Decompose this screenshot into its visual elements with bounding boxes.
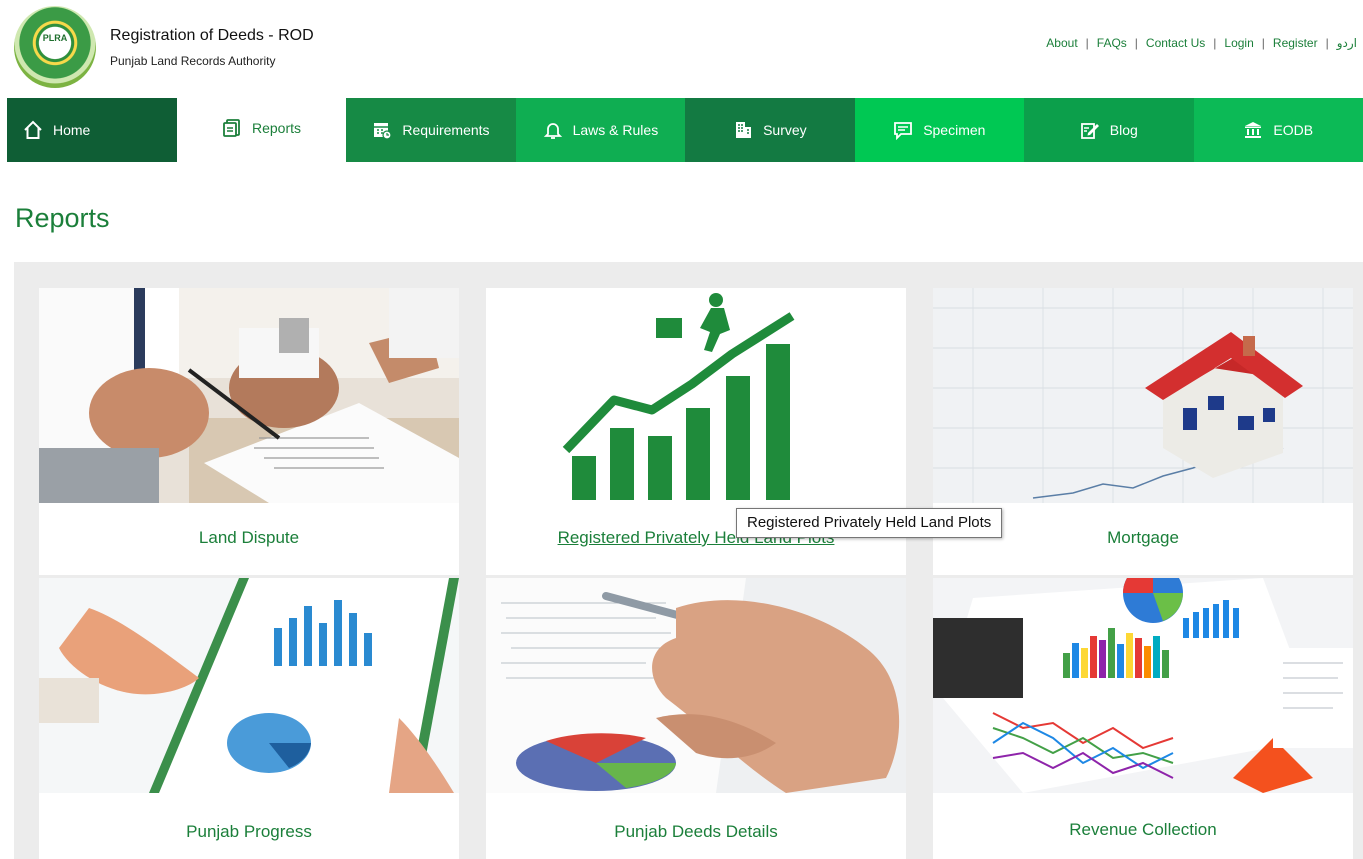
nav-laws-label: Laws & Rules [572,122,659,138]
reports-grid: Land Dispute Registered Privately Held L… [14,262,1363,859]
about-link[interactable]: About [1038,36,1085,50]
nav-laws-rules[interactable]: Laws & Rules [515,98,686,162]
land-dispute-label[interactable]: Land Dispute [39,528,459,548]
edit-icon [1080,120,1100,140]
nav-eodb[interactable]: EODB [1193,98,1363,162]
logo-text: PLRA [42,33,68,43]
plra-logo[interactable]: PLRA [14,6,96,88]
site-title: Registration of Deeds - ROD [110,27,314,44]
site-header: PLRA Registration of Deeds - ROD Punjab … [0,0,1363,98]
nav-blog[interactable]: Blog [1024,98,1194,162]
nav-requirements-label: Requirements [402,122,490,138]
revenue-collection-image [933,578,1353,793]
deeds-details-image [486,578,906,793]
report-card-revenue-collection[interactable]: Revenue Collection [933,578,1353,859]
nav-home-label: Home [53,122,91,138]
tooltip: Registered Privately Held Land Plots [736,508,1003,538]
punjab-progress-label[interactable]: Punjab Progress [39,822,459,842]
top-links: About | FAQs | Contact Us | Login | Register… [1038,36,1357,50]
contact-us-link[interactable]: Contact Us [1138,36,1213,50]
nav-specimen[interactable]: Specimen [854,98,1025,162]
punjab-deeds-details-label[interactable]: Punjab Deeds Details [486,822,906,842]
site-subtitle: Punjab Land Records Authority [110,54,276,68]
message-icon [893,120,913,140]
nav-home[interactable]: Home [7,98,177,162]
revenue-collection-label[interactable]: Revenue Collection [933,820,1353,840]
nav-survey[interactable]: Survey [685,98,855,162]
page-title: Reports [15,203,110,233]
nav-survey-label: Survey [763,122,807,138]
reports-icon [222,118,242,138]
nav-requirements[interactable]: Requirements [346,98,516,162]
report-card-land-dispute[interactable]: Land Dispute [39,288,459,575]
nav-blog-label: Blog [1109,122,1138,138]
building-icon [733,120,753,140]
nav-reports-label: Reports [251,120,302,136]
bell-icon [543,120,563,140]
growth-chart-image [486,288,906,503]
home-icon [23,120,43,140]
nav-specimen-label: Specimen [923,122,986,138]
main-nav: Home Reports Requirements Laws & Rules S… [7,98,1363,162]
urdu-language-link[interactable]: اردو [1329,36,1357,50]
login-link[interactable]: Login [1216,36,1261,50]
report-card-punjab-progress[interactable]: Punjab Progress [39,578,459,859]
calendar-icon [372,120,392,140]
nav-eodb-label: EODB [1273,122,1314,138]
land-dispute-image [39,288,459,503]
faqs-link[interactable]: FAQs [1089,36,1135,50]
report-card-punjab-deeds-details[interactable]: Punjab Deeds Details [486,578,906,859]
nav-reports[interactable]: Reports [176,98,347,162]
register-link[interactable]: Register [1265,36,1326,50]
bank-icon [1243,120,1263,140]
punjab-progress-image [39,578,459,793]
mortgage-image [933,288,1353,503]
